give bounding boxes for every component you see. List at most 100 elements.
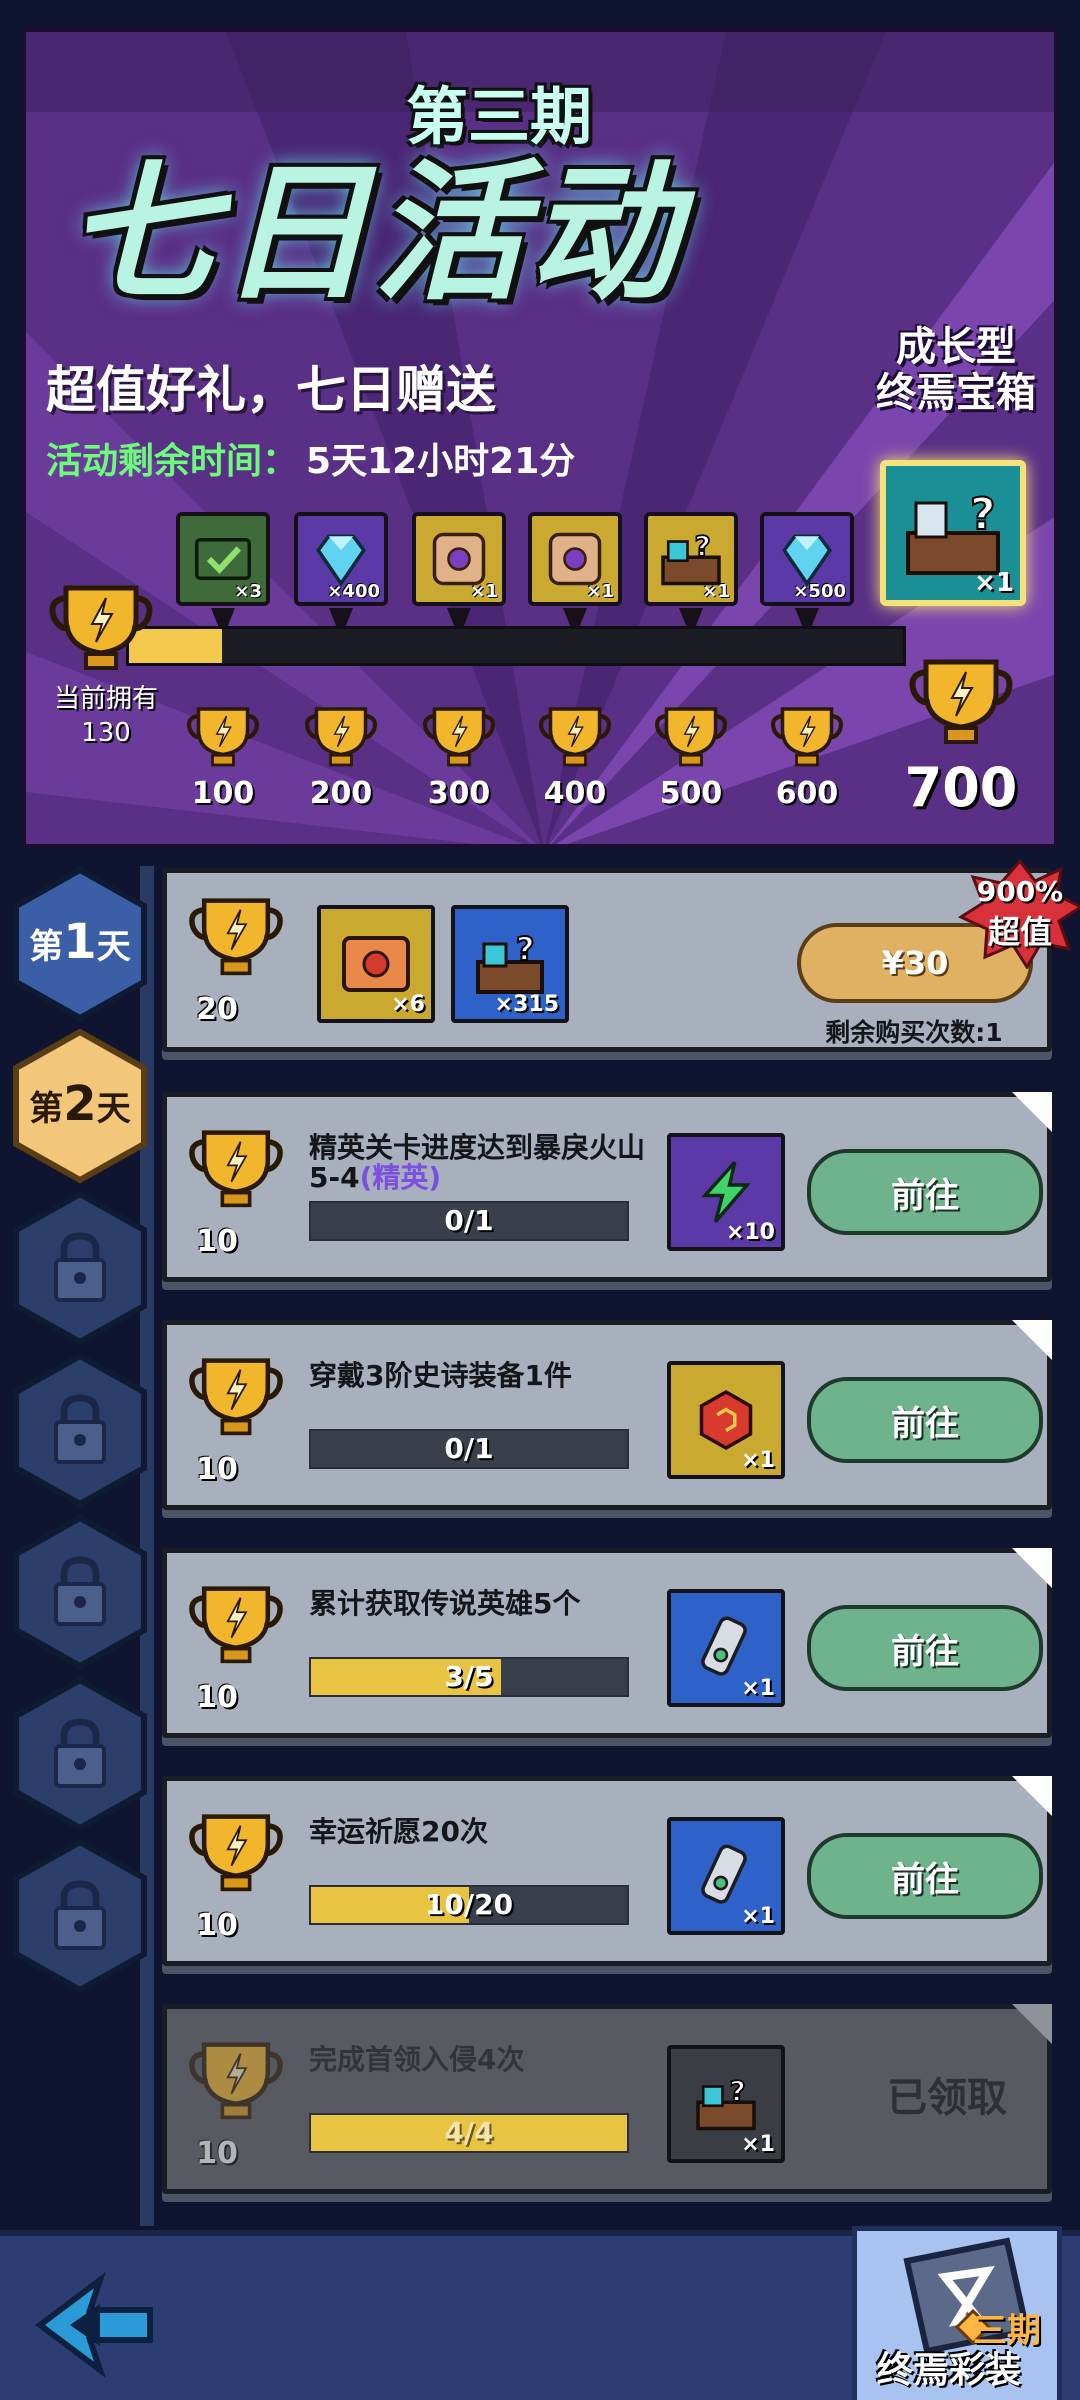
final-chest-label: 终焉彩装: [877, 2350, 1022, 2391]
task-progress-bar: 0/1: [309, 1429, 629, 1469]
task-reward-qty: ×1: [741, 2132, 775, 2157]
tab-label-suffix: 天: [96, 927, 131, 967]
task-title-text: 完成首领入侵4次: [309, 2043, 525, 2076]
milestone-300: 300: [414, 702, 504, 811]
task-reward[interactable]: ×1: [667, 1361, 785, 1479]
task-reward[interactable]: ×1: [667, 1817, 785, 1935]
milestone-reward-5[interactable]: ? ×1: [644, 512, 738, 606]
back-button[interactable]: [30, 2270, 160, 2380]
trophy-icon: [186, 707, 260, 767]
current-points: 当前拥有 130: [26, 682, 186, 750]
task-progress-text: 4/4: [444, 2116, 494, 2149]
current-points-label: 当前拥有: [53, 684, 158, 714]
task-progress-text: 3/5: [444, 1660, 494, 1693]
task-progress-bar: 3/5: [309, 1657, 629, 1697]
tab-day-locked-4[interactable]: [10, 1352, 150, 1508]
milestone-reward-6[interactable]: ×500: [760, 512, 854, 606]
task-points: 10: [173, 1803, 299, 1953]
task-points-value: 10: [196, 1224, 238, 1259]
milestone-100: 100: [178, 702, 268, 811]
task-points-value: 10: [196, 2136, 238, 2171]
milestone-reward-qty: ×500: [793, 581, 846, 602]
milestone-reward-qty: ×400: [327, 581, 380, 602]
tab-label-suffix: 天: [96, 1089, 131, 1129]
points-progress-bar: [126, 626, 906, 666]
tab-day-1[interactable]: 第1天: [10, 866, 150, 1022]
tab-day-locked-7[interactable]: [10, 1838, 150, 1994]
task-points-value: 10: [196, 1452, 238, 1487]
task-card: 10 精英关卡进度达到暴戾火山5-4(精英) 0/1 ×10 前往: [162, 1092, 1052, 1282]
trophy-icon: [189, 898, 283, 976]
milestone-400: 400: [530, 702, 620, 811]
purchase-reward-2[interactable]: ? ×315: [451, 905, 569, 1023]
lock-icon: [54, 1232, 106, 1302]
task-progress-text: 0/1: [444, 1204, 494, 1237]
lightning-icon: [701, 1161, 751, 1223]
value-badge: 900% 超值: [957, 858, 1080, 970]
task-card: 10 累计获取传说英雄5个 3/5 ×1 前往: [162, 1548, 1052, 1738]
milestone-value: 200: [309, 776, 373, 811]
purchase-reward-1-qty: ×6: [391, 992, 425, 1017]
milestone-600: 600: [762, 702, 852, 811]
task-reward-qty: ×1: [741, 1448, 775, 1473]
task-title-text: 累计获取传说英雄5个: [309, 1587, 581, 1620]
event-subtitle: 超值好礼，七日赠送: [46, 361, 496, 419]
go-button[interactable]: 前往: [807, 1605, 1043, 1691]
trophy-icon: [189, 1358, 283, 1436]
final-reward-qty: ×1: [974, 568, 1014, 598]
tab-day-locked-6[interactable]: [10, 1676, 150, 1832]
trophy-icon: [770, 707, 844, 767]
final-milestone: 700: [886, 652, 1036, 819]
go-button[interactable]: 前往: [807, 1833, 1043, 1919]
final-chest-title-line1: 成长型: [896, 324, 1016, 370]
svg-text:?: ?: [695, 530, 711, 563]
card-corner-decoration: [1012, 1548, 1052, 1588]
trophy-icon: [422, 707, 496, 767]
tab-day-2[interactable]: 第2天: [10, 1028, 150, 1184]
task-reward-qty: ×1: [741, 1904, 775, 1929]
trophy-icon: [189, 1130, 283, 1208]
milestone-reward-1[interactable]: ×3: [176, 512, 270, 606]
purchase-reward-1[interactable]: ×6: [317, 905, 435, 1023]
hero-scroll-icon: [701, 1844, 747, 1904]
milestone-reward-4[interactable]: ×1: [528, 512, 622, 606]
task-title: 完成首领入侵4次: [309, 2045, 649, 2075]
tab-label-prefix: 第: [29, 1089, 64, 1129]
task-reward[interactable]: ? ×1: [667, 2045, 785, 2163]
lock-icon: [54, 1718, 106, 1788]
final-milestone-value: 700: [904, 756, 1018, 819]
milestone-value: 100: [191, 776, 255, 811]
purchase-reward-2-qty: ×315: [494, 992, 559, 1017]
final-chest-title: 成长型 终焉宝箱: [866, 324, 1046, 416]
task-progress-bar: 0/1: [309, 1201, 629, 1241]
purchase-points-value: 20: [196, 992, 238, 1027]
go-button[interactable]: 前往: [807, 1149, 1043, 1235]
task-progress-text: 10/20: [424, 1888, 514, 1921]
milestone-reward-3[interactable]: ×1: [412, 512, 506, 606]
tab-day-locked-5[interactable]: [10, 1514, 150, 1670]
final-reward-chest[interactable]: ? ×1: [880, 460, 1026, 606]
milestone-reward-qty: ×3: [234, 581, 262, 602]
purchase-remaining: 剩余购买次数:1: [825, 1018, 1003, 1047]
task-reward[interactable]: ×10: [667, 1133, 785, 1251]
day-tabs: 第1天 第2天: [0, 866, 150, 2226]
svg-text:?: ?: [516, 930, 535, 968]
task-points: 10: [173, 1575, 299, 1725]
go-button[interactable]: 前往: [807, 1377, 1043, 1463]
final-chest-button[interactable]: 三期 终焉彩装: [852, 2226, 1062, 2400]
tab-label-day: 1: [63, 914, 97, 970]
milestone-value: 600: [775, 776, 839, 811]
tab-day-locked-3[interactable]: [10, 1190, 150, 1346]
task-reward[interactable]: ×1: [667, 1589, 785, 1707]
milestone-reward-2[interactable]: ×400: [294, 512, 388, 606]
milestone-reward-qty: ×1: [702, 581, 730, 602]
task-points: 10: [173, 1119, 299, 1269]
milestone-value: 300: [427, 776, 491, 811]
milestone-reward-qty: ×1: [586, 581, 614, 602]
current-points-value: 130: [81, 718, 131, 748]
milestone-reward-qty: ×1: [470, 581, 498, 602]
bottom-bar: 三期 终焉彩装: [0, 2226, 1080, 2400]
card-corner-decoration: [1012, 2004, 1052, 2044]
trophy-icon: [909, 659, 1013, 744]
claimed-label: 已领取: [887, 2075, 1007, 2121]
